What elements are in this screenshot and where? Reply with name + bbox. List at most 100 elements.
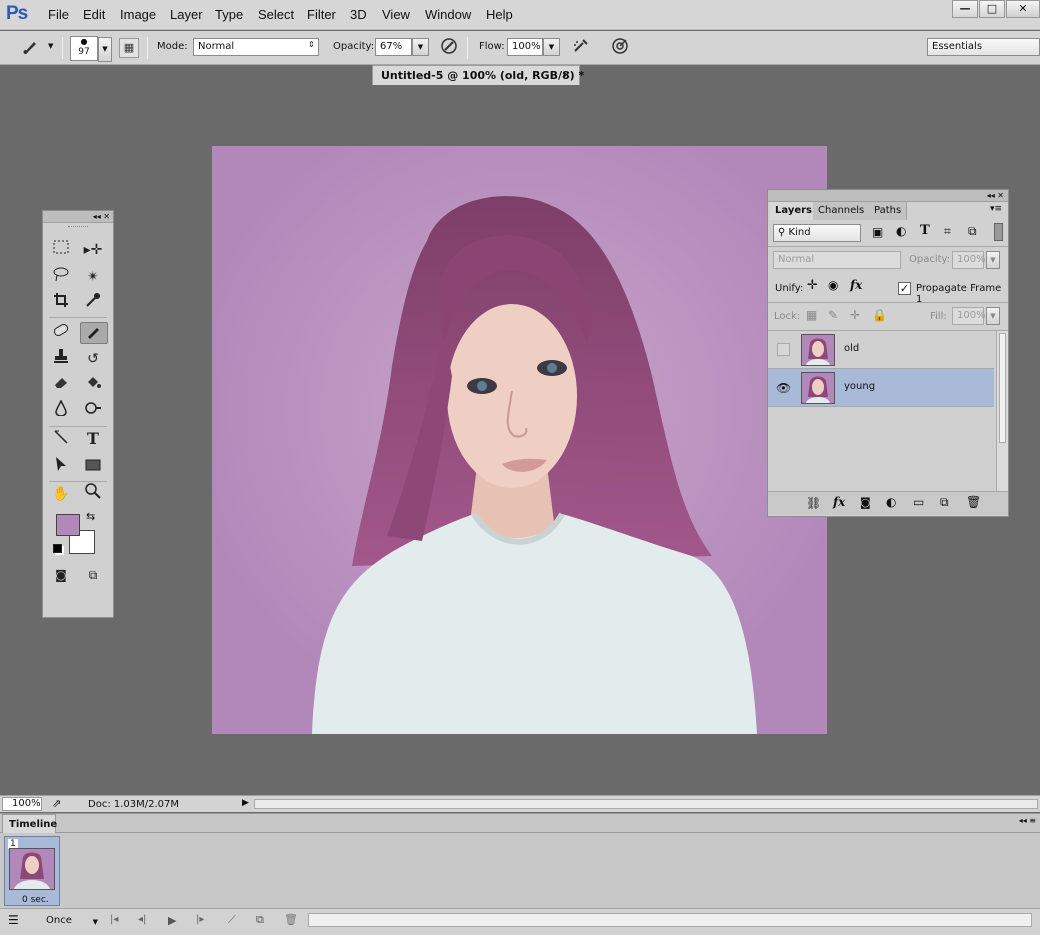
add-style-icon[interactable]: fx <box>833 495 845 509</box>
grip-icon[interactable] <box>68 226 88 229</box>
link-layers-icon[interactable]: ⛓ <box>806 496 821 510</box>
close-tab-icon[interactable]: × <box>562 68 571 81</box>
brush-size-dropdown[interactable]: ▼ <box>98 37 112 62</box>
duplicate-frame-icon[interactable]: ⧉ <box>256 913 264 927</box>
pressure-opacity-icon[interactable] <box>438 37 460 59</box>
lock-all-icon[interactable]: 🔒 <box>872 308 887 322</box>
play-icon[interactable]: ▶ <box>168 914 176 927</box>
adjustment-layer-icon[interactable]: ◐ <box>886 495 896 509</box>
menu-edit[interactable]: Edit <box>83 7 105 22</box>
hand-tool-icon[interactable]: ✋ <box>47 483 75 505</box>
menu-file[interactable]: File <box>48 7 69 22</box>
opacity-input[interactable]: 67% <box>375 38 412 56</box>
blur-tool-icon[interactable] <box>47 399 75 422</box>
play-arrow-icon[interactable]: ▶ <box>242 798 249 808</box>
healing-brush-icon[interactable] <box>47 322 75 344</box>
menu-select[interactable]: Select <box>258 7 294 22</box>
layers-scrollbar[interactable] <box>996 331 1008 491</box>
visibility-toggle[interactable] <box>777 343 790 356</box>
delete-layer-icon[interactable]: 🗑 <box>966 495 981 509</box>
tween-icon[interactable]: ⟋ <box>228 913 236 927</box>
frame-delay[interactable]: 0 sec. <box>22 895 49 905</box>
delete-frame-icon[interactable]: 🗑 <box>284 913 298 926</box>
next-frame-icon[interactable]: |▸ <box>196 914 204 925</box>
pen-tool-icon[interactable] <box>47 429 75 451</box>
move-tool-icon[interactable]: ▸✛ <box>79 239 107 261</box>
crop-tool-icon[interactable] <box>47 292 75 314</box>
timeline-tab[interactable]: Timeline <box>2 814 57 833</box>
mode-select[interactable]: Normal <box>193 38 319 56</box>
horizontal-scrollbar[interactable] <box>254 799 1038 809</box>
timeline-scrollbar[interactable] <box>308 913 1032 927</box>
layer-row-young[interactable]: 👁 young <box>768 369 994 407</box>
menu-help[interactable]: Help <box>486 7 513 22</box>
path-selection-icon[interactable] <box>47 456 75 478</box>
add-mask-icon[interactable]: ◙ <box>860 496 871 509</box>
flow-dropdown[interactable]: ▼ <box>543 38 560 56</box>
layer-opacity-input[interactable]: 100% <box>952 251 986 269</box>
menu-image[interactable]: Image <box>120 7 156 22</box>
document-canvas[interactable] <box>212 146 827 734</box>
pressure-size-icon[interactable] <box>609 37 631 59</box>
filter-shape-icon[interactable]: ⌗ <box>944 224 951 239</box>
zoom-tool-icon[interactable] <box>79 483 107 505</box>
loop-select[interactable]: Once ▼ <box>32 912 102 930</box>
filter-type-icon[interactable]: T <box>920 223 930 238</box>
filter-pixel-icon[interactable]: ▣ <box>872 225 883 239</box>
type-tool-icon[interactable]: T <box>79 429 107 451</box>
filter-adjustment-icon[interactable]: ◐ <box>896 224 906 238</box>
marquee-tool-icon[interactable] <box>47 239 75 261</box>
opacity-dropdown[interactable]: ▼ <box>412 38 429 56</box>
default-colors-icon[interactable] <box>53 544 62 553</box>
magic-wand-icon[interactable]: ✴ <box>79 266 107 288</box>
airbrush-icon[interactable] <box>570 37 592 59</box>
rectangle-tool-icon[interactable] <box>79 456 107 478</box>
blend-mode-select[interactable]: Normal <box>773 251 901 269</box>
chevron-down-icon[interactable]: ▼ <box>48 42 53 50</box>
layer-opacity-dropdown[interactable]: ▼ <box>986 251 1000 269</box>
eye-icon[interactable]: 👁 <box>776 381 791 395</box>
filter-kind-select[interactable]: ⚲ Kind <box>773 224 861 242</box>
fill-dropdown[interactable]: ▼ <box>986 307 1000 325</box>
brush-tool-icon[interactable] <box>80 322 108 344</box>
unify-visibility-icon[interactable]: ◉ <box>828 278 838 292</box>
export-icon[interactable]: ⇗ <box>52 797 61 810</box>
convert-timeline-icon[interactable]: ☰ <box>8 913 19 927</box>
layer-row-old[interactable]: old <box>768 331 994 369</box>
new-layer-icon[interactable]: ⧉ <box>940 495 949 510</box>
history-brush-icon[interactable]: ↺ <box>79 348 107 370</box>
collapse-icon[interactable]: ◂◂ ≡ <box>1019 816 1036 825</box>
menu-layer[interactable]: Layer <box>170 7 203 22</box>
animation-frame[interactable]: 1 0 sec. <box>4 836 60 906</box>
unify-style-icon[interactable]: fx <box>850 278 862 292</box>
filter-smart-object-icon[interactable]: ⧉ <box>968 224 977 239</box>
tab-channels[interactable]: Channels <box>813 202 871 220</box>
panel-menu-icon[interactable]: ▾≡ <box>990 204 1002 214</box>
eraser-icon[interactable] <box>47 374 75 396</box>
menu-type[interactable]: Type <box>215 7 243 22</box>
close-button[interactable]: ✕ <box>1006 0 1040 18</box>
brush-tool-preset-icon[interactable] <box>20 37 42 59</box>
previous-frame-icon[interactable]: ◂| <box>138 914 146 925</box>
paint-bucket-icon[interactable] <box>79 374 107 396</box>
tab-layers[interactable]: Layers <box>770 202 818 220</box>
propagate-checkbox[interactable]: ✓ <box>898 282 911 295</box>
menu-window[interactable]: Window <box>425 7 471 22</box>
foreground-color-swatch[interactable] <box>56 514 80 536</box>
maximize-button[interactable]: □ <box>979 0 1005 18</box>
first-frame-icon[interactable]: |◂ <box>110 914 118 925</box>
lasso-tool-icon[interactable] <box>47 266 75 288</box>
layers-panel-header[interactable]: ◂◂ ✕ <box>768 190 1008 202</box>
brush-panel-toggle-icon[interactable]: ▦ <box>119 38 139 58</box>
lock-transparent-icon[interactable]: ▦ <box>806 308 817 322</box>
fill-input[interactable]: 100% <box>952 307 986 325</box>
menu-filter[interactable]: Filter <box>307 7 336 22</box>
tools-panel-header[interactable]: ◂◂ ✕ <box>43 211 113 223</box>
lock-position-icon[interactable]: ✛ <box>850 308 860 322</box>
dodge-tool-icon[interactable] <box>79 400 107 422</box>
workspace-select[interactable]: Essentials <box>927 38 1040 56</box>
minimize-button[interactable]: — <box>952 0 978 18</box>
flow-input[interactable]: 100% <box>507 38 543 56</box>
clone-stamp-icon[interactable] <box>47 348 75 370</box>
unify-position-icon[interactable]: ✛ <box>807 278 818 293</box>
